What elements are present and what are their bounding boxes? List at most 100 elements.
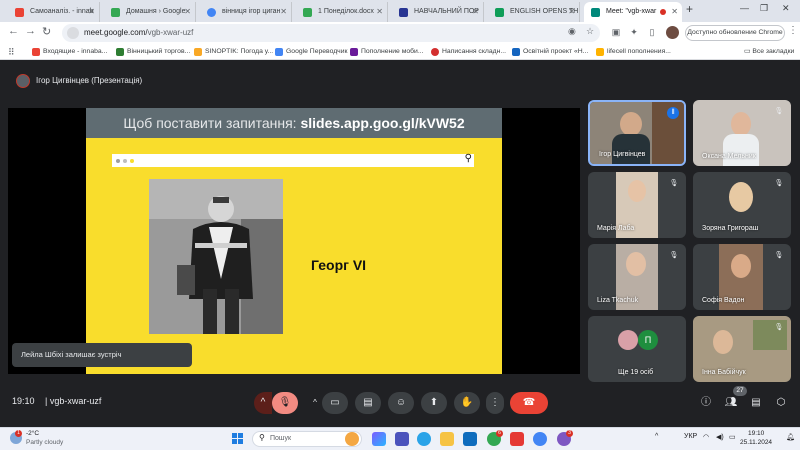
participant-tile[interactable]: 🎙︎ Софія Вадон [693, 244, 791, 310]
participant-tile[interactable]: 🎙︎ Liza Tkachuk [588, 244, 686, 310]
bookmark-inbox[interactable]: Входящие - innaba... [32, 44, 107, 60]
more-participants-tile[interactable]: П Ще 19 осіб [588, 316, 686, 382]
tab-curriculum[interactable]: НАВЧАЛЬНИЙ ПОР ✕ [392, 2, 484, 22]
wifi-icon[interactable]: ◠ [703, 433, 709, 441]
minimize-icon[interactable]: — [740, 3, 749, 13]
windows-start-button[interactable] [232, 433, 244, 445]
reload-icon[interactable]: ↻ [42, 25, 51, 38]
copilot-icon[interactable] [372, 432, 386, 446]
raise-hand-button[interactable]: ✋ [454, 392, 480, 414]
tab-label: Meet: "vgb-xwar [606, 8, 657, 15]
bookmark-lifecell[interactable]: lifecell пополнения... [596, 44, 671, 60]
windows-logo-tile [238, 439, 243, 444]
browser-toolbar: ← → ↻ meet.google.com/vgb-xwar-uzf ◉ ☆ ▣… [0, 22, 800, 44]
bookmark-translate[interactable]: Google Переводчик [275, 44, 347, 60]
extensions-puzzle-icon[interactable]: ✦ [628, 26, 640, 38]
clock-time[interactable]: 19:10 [748, 430, 764, 437]
notification-badge: 3 [566, 430, 573, 437]
bookmark-star-icon[interactable]: ☆ [586, 26, 594, 37]
present-screen-button[interactable]: ⬆ [421, 392, 447, 414]
mic-off-icon: 🎙︎ [774, 180, 784, 187]
clock-date[interactable]: 25.11.2024 [740, 439, 772, 446]
video-options-caret[interactable]: ^ [308, 392, 322, 414]
participant-tile[interactable]: ⦀ Ігор Цигвінцев [588, 100, 686, 166]
tab-gmail[interactable]: Самоаналіз. - innab ✕ [8, 2, 100, 22]
bookmark-trade[interactable]: Вінницький торгов... [116, 44, 190, 60]
profile-avatar[interactable] [666, 26, 679, 39]
tab-meet[interactable]: Meet: "vgb-xwar ✕ [584, 2, 682, 22]
tab-docx[interactable]: 1 Понеділок.docx ✕ [296, 2, 388, 22]
meeting-info-icon[interactable]: ⓘ [698, 395, 714, 411]
widget-app-icon[interactable] [345, 432, 359, 446]
bookmark-project[interactable]: Освітній проект «Н... [512, 44, 588, 60]
leave-call-button[interactable]: ☎ [510, 392, 548, 414]
app-icon[interactable] [510, 432, 524, 446]
restore-icon[interactable]: ❐ [760, 3, 768, 14]
tab-close-icon[interactable]: ✕ [376, 2, 383, 22]
chrome-icon[interactable] [533, 432, 547, 446]
camera-in-use-icon[interactable]: ◉ [568, 26, 576, 37]
microphone-toggle-button[interactable]: 🎙︎ [272, 392, 298, 414]
people-icon[interactable]: 👥︎ [723, 395, 739, 411]
bookmark-sinoptik[interactable]: SINOPTIK: Погода у... [194, 44, 273, 60]
camera-toggle-button[interactable]: ▭ [322, 392, 348, 414]
apps-grid-icon[interactable]: ⠿ [8, 47, 15, 58]
browser-menu-icon[interactable]: ⋮ [788, 25, 798, 36]
reactions-button[interactable]: ☺ [388, 392, 414, 414]
chevron-up-icon[interactable]: ^ [655, 433, 658, 440]
outlook-icon[interactable] [463, 432, 477, 446]
windows-logo-tile [238, 433, 243, 438]
participant-name: Liza Tkachuk [597, 297, 639, 304]
address-bar[interactable]: meet.google.com/vgb-xwar-uzf ◉ ☆ [62, 24, 600, 42]
bookmark-writing[interactable]: Написання складн... [431, 44, 506, 60]
file-explorer-icon[interactable] [440, 432, 454, 446]
side-panel-icon[interactable]: ▯ [646, 26, 658, 38]
bookmark-favicon-icon [431, 48, 439, 56]
weather-temperature: -2°C [26, 430, 40, 437]
tab-close-icon[interactable]: ✕ [184, 2, 191, 22]
participant-tile[interactable]: 🎙︎ Зоряна Григораш [693, 172, 791, 238]
mic-off-icon: 🎙︎ [669, 252, 679, 259]
edge-icon[interactable] [417, 432, 431, 446]
mic-off-icon: 🎙︎ [774, 252, 784, 259]
volume-icon[interactable]: ◀) [716, 433, 724, 441]
new-tab-button[interactable]: + [686, 2, 693, 16]
notifications-bell-icon[interactable]: 🔔︎ [786, 433, 795, 441]
participant-tile[interactable]: 🎙︎ Оксана Мельник [693, 100, 791, 166]
teams-icon[interactable] [395, 432, 409, 446]
chat-icon[interactable]: ▤ [748, 395, 764, 411]
browser-tab-strip: Самоаналіз. - innab ✕ Домашня › Google ✕… [0, 0, 800, 22]
more-options-button[interactable]: ⋮ [486, 392, 504, 414]
bookmark-mobile-topup[interactable]: Пополнение моби... [350, 44, 424, 60]
audio-options-caret[interactable]: ^ [254, 392, 272, 414]
close-window-icon[interactable]: ✕ [782, 3, 790, 14]
slide-banner: Щоб поставити запитання: slides.app.goo.… [86, 108, 502, 138]
site-info-icon[interactable] [67, 27, 79, 39]
forward-icon[interactable]: → [25, 25, 36, 37]
battery-icon[interactable]: ▭ [729, 433, 736, 441]
all-bookmarks[interactable]: ▭ Все закладки [744, 44, 794, 60]
emoji-icon: ☺ [395, 397, 407, 408]
chrome-update-button[interactable]: Доступно обновление Chrome [685, 25, 785, 41]
participant-tile[interactable]: 🎙︎ Марія Лаба [588, 172, 686, 238]
participant-face [731, 112, 751, 136]
tab-close-icon[interactable]: ✕ [280, 2, 287, 22]
tab-close-icon[interactable]: ✕ [88, 2, 95, 22]
tab-label: Домашня › Google [126, 8, 186, 15]
tab-close-icon[interactable]: ✕ [568, 2, 575, 22]
hang-up-icon: ☎ [522, 397, 536, 408]
participant-tile[interactable]: 🎙︎ Інна Бабійчук [693, 316, 791, 382]
extension-icon[interactable]: ▣ [610, 26, 622, 38]
tab-english[interactable]: ENGLISH OPENS TH ✕ [488, 2, 580, 22]
captions-button[interactable]: ▤ [355, 392, 381, 414]
back-icon[interactable]: ← [8, 25, 19, 37]
bookmark-favicon-icon [512, 48, 520, 56]
window-dot [116, 159, 120, 163]
language-indicator[interactable]: УКР [684, 433, 697, 440]
tab-google-drive-home[interactable]: Домашня › Google ✕ [104, 2, 196, 22]
tab-google-search[interactable]: вінниця ігор циган ✕ [200, 2, 292, 22]
activities-icon[interactable]: ⬡ [773, 395, 789, 411]
tab-close-icon[interactable]: ✕ [472, 2, 479, 22]
tab-close-icon[interactable]: ✕ [671, 2, 678, 22]
presentation-slide: Щоб поставити запитання: slides.app.goo.… [86, 108, 502, 374]
